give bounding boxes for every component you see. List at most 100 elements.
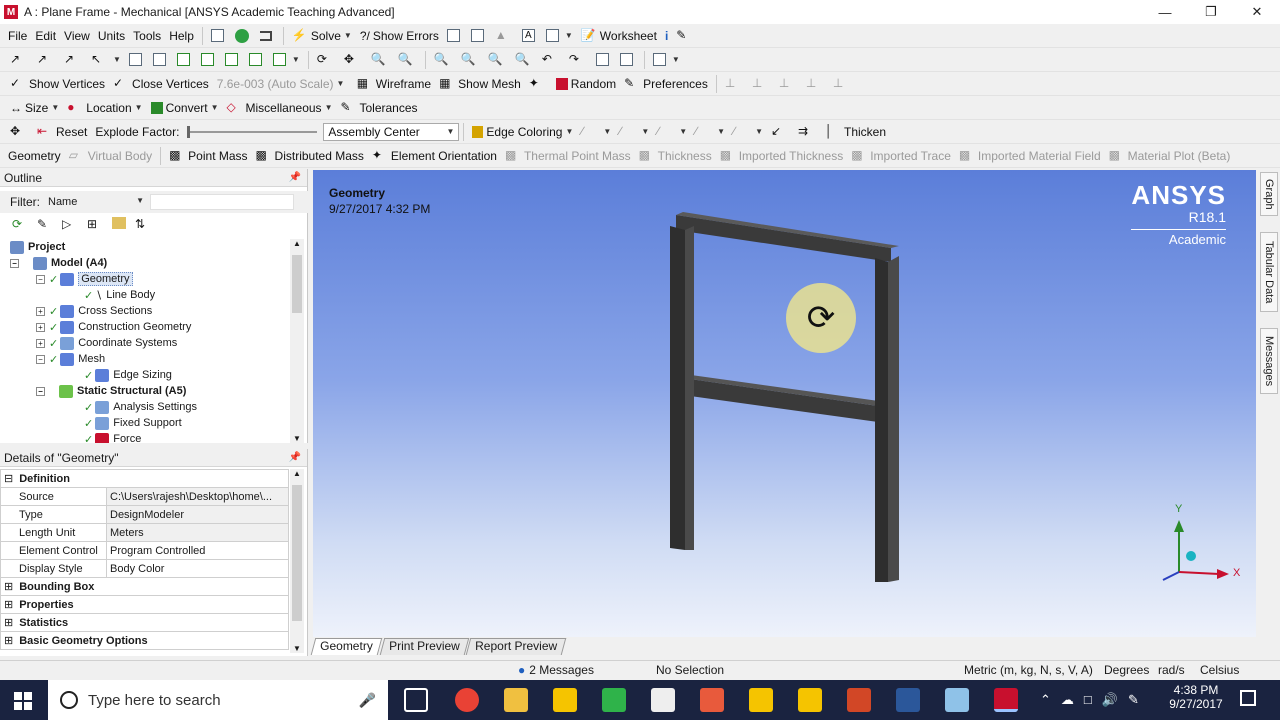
- windows-start-icon[interactable]: [14, 692, 32, 710]
- grid-icon[interactable]: ⊥: [802, 73, 829, 95]
- pin-icon[interactable]: 📌: [289, 452, 301, 463]
- recorder-icon[interactable]: [700, 688, 724, 712]
- new-section-icon[interactable]: [207, 25, 231, 47]
- details-section-definition[interactable]: ⊟ Definition: [0, 469, 289, 488]
- imported-trace-button[interactable]: ▩ Imported Trace: [847, 145, 955, 167]
- details-section[interactable]: ⊞ Basic Geometry Options: [0, 631, 289, 650]
- pen-icon[interactable]: ✎: [1128, 692, 1139, 708]
- edge-display-icon[interactable]: ∕ ▼: [615, 121, 653, 143]
- task-view-icon[interactable]: [404, 688, 428, 712]
- previous-view-icon[interactable]: ↶: [538, 49, 565, 71]
- ansys-workbench-icon[interactable]: [553, 688, 577, 712]
- reset-button[interactable]: ⇤ Reset: [33, 121, 91, 143]
- tree-item-edge-sizing[interactable]: ✓ Edge Sizing: [84, 367, 172, 383]
- point-mass-button[interactable]: ▩ Point Mass: [165, 145, 251, 167]
- sort-icon[interactable]: ⇅: [135, 217, 151, 233]
- microphone-icon[interactable]: 🎤: [359, 692, 376, 709]
- rotate-icon[interactable]: ⟳: [313, 49, 340, 71]
- thicken-button[interactable]: │ Thicken: [821, 121, 890, 143]
- file-explorer-icon[interactable]: [504, 688, 528, 712]
- tree-item-mesh[interactable]: − ✓ Mesh: [36, 351, 105, 367]
- magnifier-icon[interactable]: 🔍: [511, 49, 538, 71]
- network-icon[interactable]: □: [1084, 692, 1092, 708]
- camtasia-icon[interactable]: [602, 688, 626, 712]
- chevron-up-icon[interactable]: ⌃: [1040, 692, 1051, 708]
- menu-view[interactable]: View: [60, 25, 94, 47]
- app-icon[interactable]: [749, 688, 773, 712]
- edge-display-icon[interactable]: ∕ ▼: [729, 121, 767, 143]
- notifications-icon[interactable]: [1240, 690, 1256, 706]
- tree-item-geometry[interactable]: − ✓ Geometry: [36, 271, 133, 287]
- details-row[interactable]: Element Control Program Controlled: [0, 541, 289, 560]
- degrees-status[interactable]: Degrees: [1104, 663, 1149, 677]
- tree-item-project[interactable]: Project: [10, 239, 65, 255]
- viewport-layout-icon[interactable]: ▼: [649, 49, 684, 71]
- edge-display-icon[interactable]: ∕ ▼: [691, 121, 729, 143]
- details-row[interactable]: Length Unit Meters: [0, 523, 289, 542]
- show-mesh-button[interactable]: ▦ Show Mesh: [435, 73, 525, 95]
- show-vertices-button[interactable]: ✓ Show Vertices: [6, 73, 109, 95]
- text-annotation-icon[interactable]: A: [518, 25, 542, 47]
- virtual-body-button[interactable]: ▱ Virtual Body: [65, 145, 156, 167]
- tab-graph[interactable]: Graph: [1260, 172, 1278, 216]
- pan-icon[interactable]: ✥: [340, 49, 367, 71]
- edge-display-icon[interactable]: ∕ ▼: [577, 121, 615, 143]
- next-view-icon[interactable]: ↷: [565, 49, 592, 71]
- convert-dropdown[interactable]: Convert ▼: [147, 97, 223, 119]
- view-options-icon[interactable]: [616, 49, 640, 71]
- probe-icon[interactable]: [443, 25, 467, 47]
- tab-report-preview[interactable]: Report Preview: [466, 638, 567, 655]
- miscellaneous-dropdown[interactable]: ◇ Miscellaneous ▼: [223, 97, 337, 119]
- solve-check-icon[interactable]: [231, 25, 256, 47]
- select-edge-icon[interactable]: ↗: [33, 49, 60, 71]
- select-vertex-icon[interactable]: ↗: [6, 49, 33, 71]
- thermal-point-mass-button[interactable]: ▩ Thermal Point Mass: [501, 145, 635, 167]
- random-button[interactable]: Random: [552, 73, 620, 95]
- details-section[interactable]: ⊞ Statistics: [0, 613, 289, 632]
- element-orientation-button[interactable]: ✦ Element Orientation: [368, 145, 501, 167]
- menu-edit[interactable]: Edit: [31, 25, 60, 47]
- refresh-icon[interactable]: ⟳: [12, 217, 28, 233]
- size-dropdown[interactable]: ↔ Size ▼: [6, 97, 63, 119]
- filter-input[interactable]: [150, 194, 294, 210]
- assembly-center-dropdown[interactable]: Assembly Center ▼: [323, 122, 460, 141]
- select-face-icon[interactable]: ↗: [60, 49, 87, 71]
- menu-tools[interactable]: Tools: [129, 25, 165, 47]
- select-mode-icon[interactable]: ↖ ▼: [87, 49, 125, 71]
- info-icon[interactable]: i: [661, 25, 672, 47]
- grid-icon[interactable]: ⊥: [829, 73, 856, 95]
- menu-file[interactable]: File: [4, 25, 31, 47]
- preferences-button[interactable]: ✎ Preferences: [620, 73, 712, 95]
- details-scrollbar[interactable]: ▲ ▼: [290, 469, 304, 653]
- temperature-status[interactable]: Celsius: [1200, 663, 1239, 677]
- mail-icon[interactable]: [651, 688, 675, 712]
- outline-scrollbar[interactable]: ▲ ▼: [290, 239, 304, 443]
- taskbar-search[interactable]: Type here to search 🎤: [48, 680, 388, 720]
- menu-units[interactable]: Units: [94, 25, 129, 47]
- extend-icon[interactable]: ▼: [269, 49, 304, 71]
- scale-dropdown[interactable]: 7.6e-003 (Auto Scale) ▼: [213, 73, 353, 95]
- folder-icon[interactable]: [112, 217, 126, 229]
- tab-print-preview[interactable]: Print Preview: [379, 638, 469, 655]
- word-icon[interactable]: [896, 688, 920, 712]
- label-icon[interactable]: [467, 25, 491, 47]
- messages-status[interactable]: ● 2 Messages: [518, 663, 594, 677]
- distributed-mass-button[interactable]: ▩ Distributed Mass: [252, 145, 368, 167]
- tab-messages[interactable]: Messages: [1260, 328, 1278, 394]
- thickness-button[interactable]: ▩ Thickness: [635, 145, 716, 167]
- tree-item-static-structural[interactable]: − Static Structural (A5): [36, 383, 186, 399]
- menu-help[interactable]: Help: [165, 25, 198, 47]
- expand-icon[interactable]: ▷: [62, 217, 78, 233]
- image-icon[interactable]: ▼: [542, 25, 577, 47]
- volume-icon[interactable]: 🔊: [1102, 692, 1118, 708]
- details-row[interactable]: Type DesignModeler: [0, 505, 289, 524]
- wireframe-button[interactable]: ▦ Wireframe: [353, 73, 435, 95]
- grid-icon[interactable]: ⊥: [775, 73, 802, 95]
- select-node-icon[interactable]: [221, 49, 245, 71]
- grid-icon[interactable]: ⊥: [748, 73, 775, 95]
- edge-coloring-dropdown[interactable]: Edge Coloring ▼: [468, 121, 577, 143]
- details-row[interactable]: Source C:\Users\rajesh\Desktop\home\...: [0, 487, 289, 506]
- zoom-fit-icon[interactable]: 🔍: [457, 49, 484, 71]
- iso-view-icon[interactable]: [592, 49, 616, 71]
- tree-item-line-body[interactable]: ✓ ∖ Line Body: [84, 287, 155, 303]
